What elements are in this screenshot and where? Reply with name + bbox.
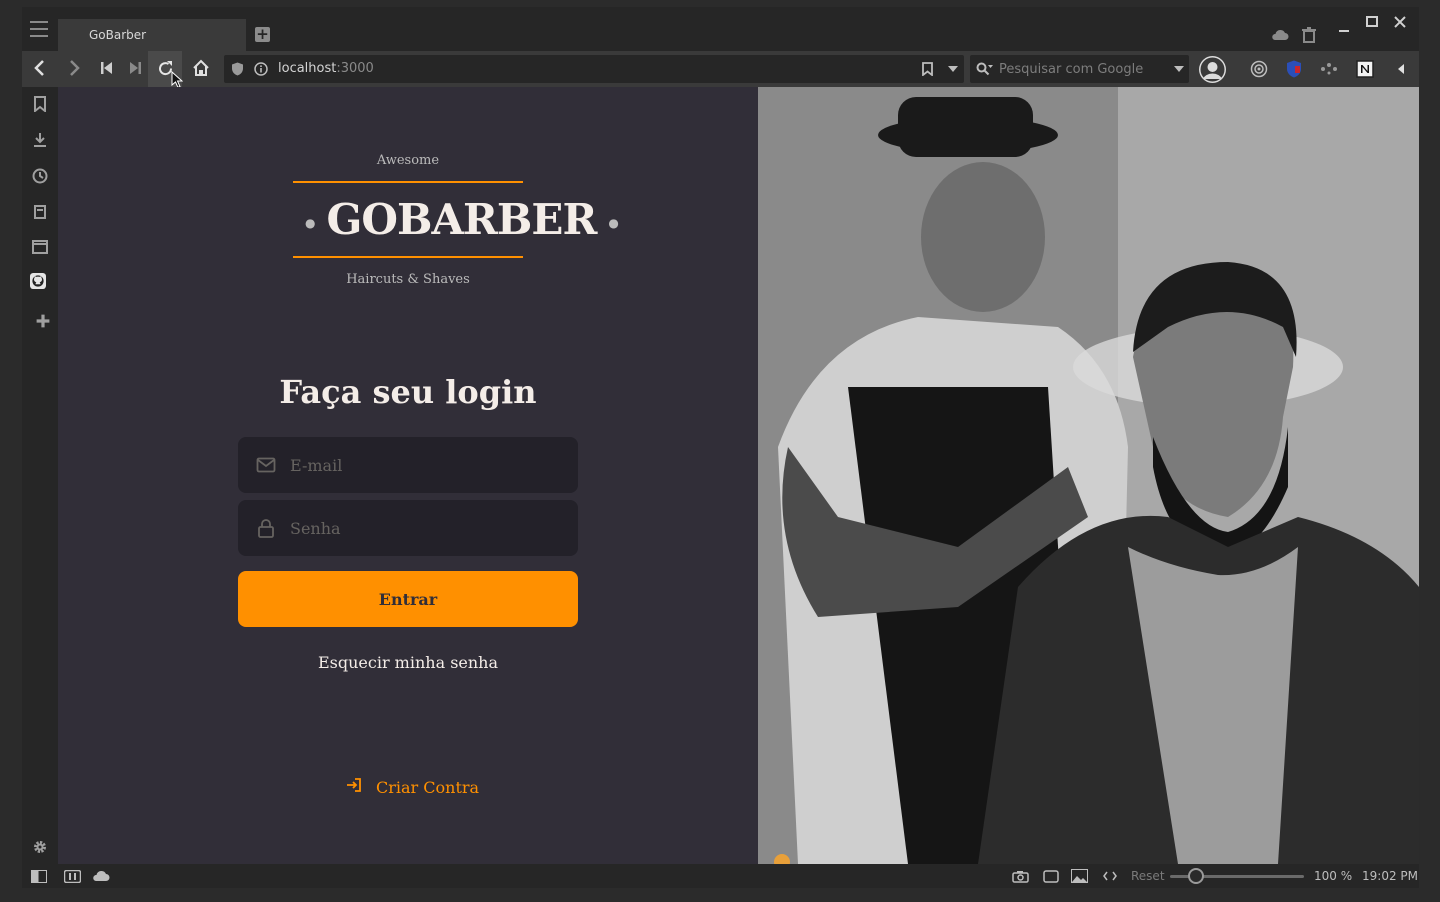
barber-photo (758, 87, 1419, 864)
zoom-slider[interactable] (1170, 868, 1304, 884)
status-bar: Reset 100 % 19:02 PM (22, 864, 1419, 888)
password-field[interactable] (238, 500, 578, 556)
browser-window: GoBarber + localhost:3000 Pesquisar com … (22, 7, 1419, 888)
add-panel-icon[interactable] (35, 313, 51, 329)
extension-notion-icon[interactable] (1356, 60, 1374, 78)
tab-bar: GoBarber + (22, 7, 1419, 51)
image-icon[interactable] (1071, 869, 1088, 883)
logo-bottom-text: Haircuts & Shaves (346, 272, 470, 287)
address-bar: localhost:3000 Pesquisar com Google (22, 51, 1419, 89)
tab-title: GoBarber (89, 28, 147, 42)
reload-button[interactable] (148, 51, 183, 89)
window-icon[interactable] (1043, 870, 1059, 883)
fast-forward-icon[interactable] (129, 61, 141, 75)
back-icon[interactable] (33, 59, 45, 77)
bookmarks-panel-icon[interactable] (32, 96, 48, 112)
maximize-icon[interactable] (1366, 16, 1378, 28)
logo-line-top (293, 181, 523, 183)
downloads-icon[interactable] (32, 132, 48, 148)
zoom-level: 100 % (1314, 869, 1353, 883)
zoom-reset-button[interactable]: Reset (1131, 869, 1165, 883)
submit-button[interactable]: Entrar (238, 571, 578, 627)
logo-brand: ● GOBARBER ● (305, 195, 619, 244)
logo-top-text: Awesome (376, 153, 440, 168)
logo-line-bottom (293, 256, 523, 258)
side-panel (22, 87, 58, 864)
cloud-icon[interactable] (92, 870, 110, 882)
url-port: :3000 (336, 61, 374, 76)
forward-icon[interactable] (69, 59, 81, 77)
extension-ublock-icon[interactable] (1286, 60, 1302, 78)
hero-image (758, 87, 1419, 864)
menu-icon[interactable] (30, 21, 48, 37)
shield-icon[interactable] (231, 62, 244, 76)
url-host: localhost (278, 61, 337, 76)
tiling-icon[interactable] (64, 870, 81, 883)
settings-icon[interactable] (32, 839, 48, 855)
info-icon[interactable] (254, 62, 268, 76)
logo: Awesome ● GOBARBER ● Haircuts & Shaves (293, 153, 619, 287)
panel-toggle-icon[interactable] (1398, 64, 1404, 74)
page-viewport: Awesome ● GOBARBER ● Haircuts & Shaves Faç… (58, 87, 1419, 864)
cloud-icon[interactable] (1271, 29, 1289, 41)
email-input[interactable] (290, 437, 560, 493)
camera-icon[interactable] (1012, 870, 1029, 883)
history-icon[interactable] (32, 168, 48, 184)
clock: 19:02 PM (1362, 869, 1418, 883)
rewind-icon[interactable] (101, 61, 113, 75)
avatar-icon[interactable] (1199, 56, 1226, 83)
page-title: Faça seu login (279, 373, 537, 411)
trash-icon[interactable] (1302, 27, 1316, 43)
new-tab-icon[interactable]: + (255, 27, 270, 42)
url-field[interactable]: localhost:3000 (224, 55, 964, 83)
tab-gobarber[interactable]: GoBarber (58, 19, 246, 51)
lock-icon (258, 519, 274, 538)
extension-dots-icon[interactable] (1320, 61, 1338, 77)
create-account-link[interactable]: Criar Contra (346, 777, 479, 797)
bookmark-icon[interactable] (922, 62, 933, 76)
chevron-down-icon[interactable] (948, 66, 958, 72)
window-icon[interactable] (32, 239, 48, 255)
login-icon (347, 778, 361, 792)
home-icon[interactable] (192, 59, 210, 77)
minimize-icon[interactable] (1338, 21, 1350, 33)
search-icon (976, 62, 993, 76)
forgot-password-link[interactable]: Esquecir minha senha (58, 653, 758, 672)
mail-icon (256, 457, 276, 473)
close-icon[interactable] (1394, 16, 1406, 28)
create-account-label: Criar Contra (376, 778, 480, 797)
login-panel: Awesome ● GOBARBER ● Haircuts & Shaves Faç… (58, 87, 758, 864)
notes-icon[interactable] (32, 204, 48, 220)
code-icon[interactable] (1103, 871, 1117, 881)
password-input[interactable] (290, 500, 560, 556)
chevron-down-icon[interactable] (1174, 66, 1184, 72)
github-icon[interactable] (30, 273, 46, 289)
email-field[interactable] (238, 437, 578, 493)
panel-toggle-icon[interactable] (31, 870, 47, 883)
extension-target-icon[interactable] (1250, 60, 1268, 78)
logo-brand-text: GOBARBER (326, 195, 597, 244)
search-field[interactable]: Pesquisar com Google (970, 55, 1189, 83)
search-placeholder: Pesquisar com Google (999, 62, 1144, 77)
zoom-slider-knob[interactable] (1188, 868, 1204, 884)
